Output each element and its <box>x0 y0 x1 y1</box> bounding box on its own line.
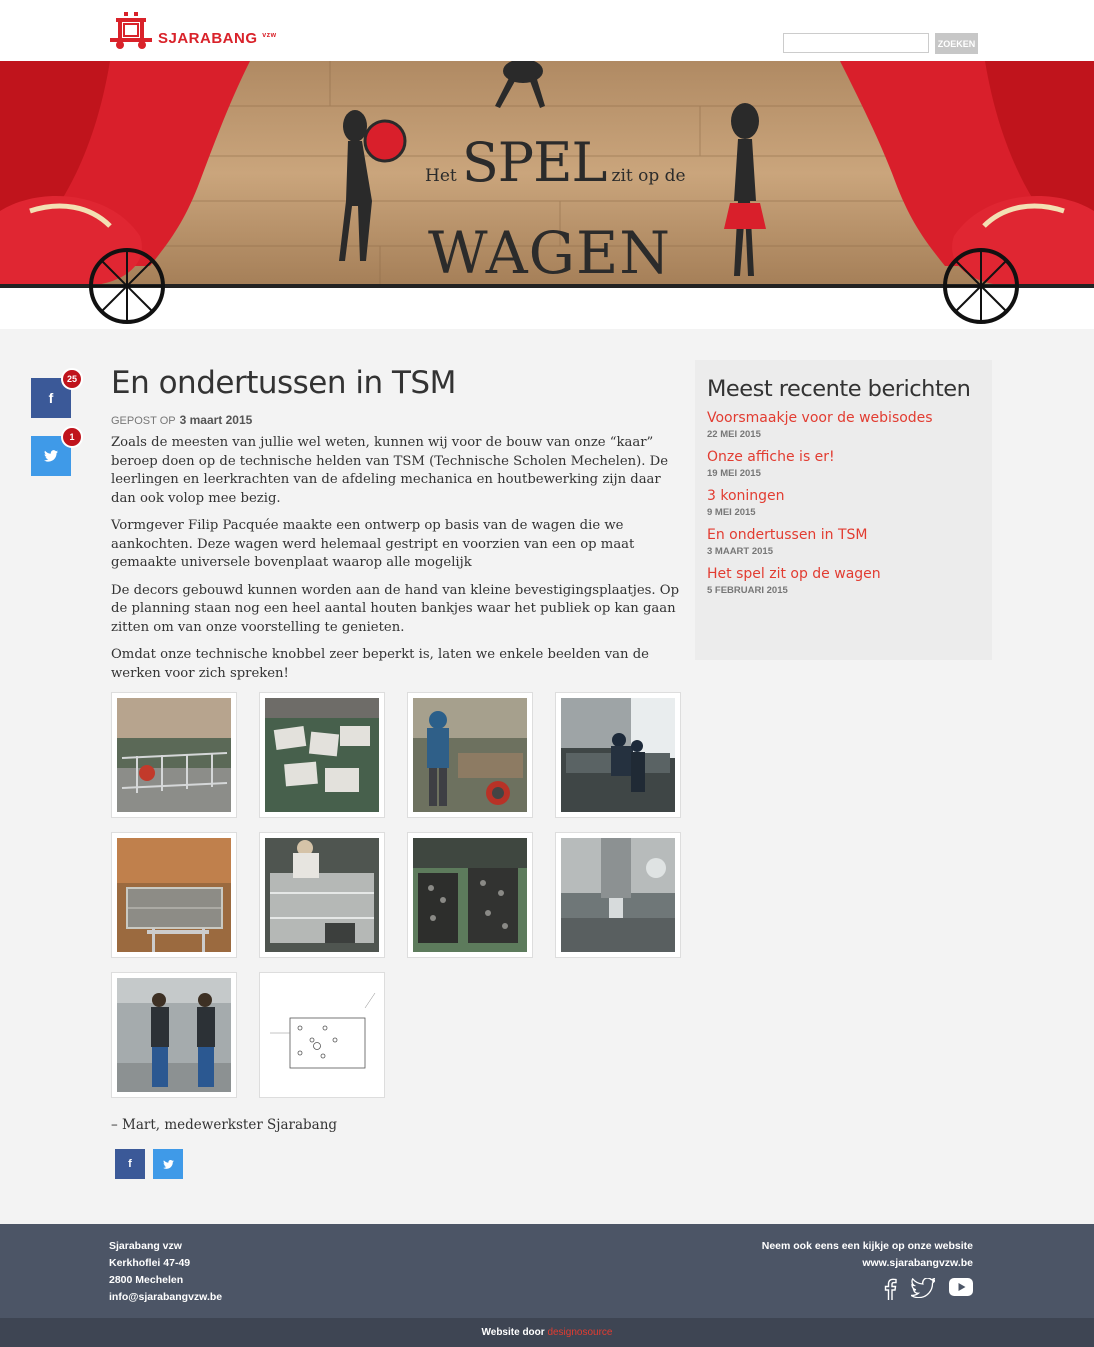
facebook-icon[interactable] <box>883 1278 897 1300</box>
share-count: 1 <box>61 426 83 448</box>
footer-links: Neem ook eens een kijkje op onze website… <box>762 1238 973 1300</box>
hero-banner: Het SPEL zit op de WAGEN <box>0 61 1094 329</box>
gallery-thumbnail[interactable] <box>407 692 533 818</box>
wagon-logo-icon <box>110 12 152 49</box>
recent-post-item: 3 koningen 9 MEI 2015 <box>707 488 980 518</box>
footer-email[interactable]: info@sjarabangvzw.be <box>109 1289 222 1306</box>
bottom-share-bar: f <box>115 1149 681 1179</box>
gallery-thumbnail[interactable] <box>111 972 237 1098</box>
photo-image <box>117 698 231 812</box>
gallery-thumbnail[interactable] <box>555 832 681 958</box>
gallery-thumbnail[interactable] <box>259 972 385 1098</box>
photo-image <box>117 838 231 952</box>
recent-post-date: 22 MEI 2015 <box>707 429 761 440</box>
paragraph: De decors gebouwd kunnen worden aan de h… <box>111 582 680 635</box>
recent-post-link[interactable]: 3 koningen <box>707 488 980 504</box>
footer-address: Sjarabang vzw Kerkhoflei 47-49 2800 Mech… <box>109 1238 222 1306</box>
search-button[interactable]: ZOEKEN <box>935 33 978 54</box>
article-date: 3 maart 2015 <box>179 413 253 427</box>
top-header: SJARABANG vzw ZOEKEN <box>0 0 1094 61</box>
gallery-thumbnail[interactable] <box>555 692 681 818</box>
twitter-share-button[interactable]: 1 <box>31 426 83 476</box>
site-logo[interactable]: SJARABANG vzw <box>110 12 277 50</box>
paragraph: Omdat onze technische knobbel zeer beper… <box>111 647 649 681</box>
twitter-icon <box>44 450 58 462</box>
photo-image <box>117 978 231 1092</box>
share-count: 25 <box>61 368 83 390</box>
recent-post-link[interactable]: En ondertussen in TSM <box>707 527 980 543</box>
social-icons <box>762 1278 973 1300</box>
recent-post-item: Het spel zit op de wagen 5 FEBRUARI 2015 <box>707 566 980 596</box>
footer-cta: Neem ook eens een kijkje op onze website <box>761 1240 973 1252</box>
facebook-share-button[interactable]: f 25 <box>31 368 83 418</box>
widget-title: Meest recente berichten <box>707 376 971 402</box>
banner-subtitle: WAGEN <box>428 219 672 287</box>
footer-website-link[interactable]: www.sjarabangvzw.be <box>762 1255 973 1272</box>
logo-text: SJARABANG vzw <box>158 29 277 47</box>
recent-post-link[interactable]: Onze affiche is er! <box>707 449 980 465</box>
credit-bar: Website door designosource <box>0 1318 1094 1347</box>
photo-image <box>413 698 527 812</box>
recent-posts-widget: Meest recente berichten Voorsmaakje voor… <box>695 360 992 660</box>
banner-title: Het SPEL zit op de <box>425 131 686 194</box>
recent-post-date: 5 FEBRUARI 2015 <box>707 585 788 596</box>
recent-post-item: Onze affiche is er! 19 MEI 2015 <box>707 449 980 479</box>
recent-post-item: En ondertussen in TSM 3 MAART 2015 <box>707 527 980 557</box>
facebook-share-button[interactable]: f <box>115 1149 145 1179</box>
recent-post-item: Voorsmaakje voor de webisodes 22 MEI 2015 <box>707 410 980 440</box>
site-footer: Sjarabang vzw Kerkhoflei 47-49 2800 Mech… <box>0 1224 1094 1318</box>
article-signature: – Mart, medewerkster Sjarabang <box>111 1117 338 1133</box>
side-share-bar: f 25 1 <box>31 368 83 476</box>
credit-text: Website door <box>481 1327 545 1338</box>
gallery-thumbnail[interactable] <box>111 832 237 958</box>
footer-city: 2800 Mechelen <box>109 1274 184 1286</box>
youtube-icon[interactable] <box>949 1278 973 1296</box>
recent-post-date: 19 MEI 2015 <box>707 468 761 479</box>
drawing-image <box>265 978 379 1092</box>
twitter-icon <box>162 1159 174 1169</box>
twitter-icon[interactable] <box>911 1278 935 1298</box>
paragraph: Zoals de meesten van jullie wel weten, k… <box>111 435 669 506</box>
article-body: Zoals de meesten van jullie wel weten, k… <box>111 434 681 683</box>
recent-post-link[interactable]: Het spel zit op de wagen <box>707 566 980 582</box>
recent-post-date: 9 MEI 2015 <box>707 507 756 518</box>
posted-on-label: GEPOST OP <box>111 415 176 427</box>
gallery-thumbnail[interactable] <box>407 832 533 958</box>
article-meta: GEPOST OP 3 maart 2015 <box>111 413 681 427</box>
photo-gallery <box>111 692 681 1098</box>
facebook-icon: f <box>128 1158 132 1170</box>
photo-image <box>265 838 379 952</box>
photo-image <box>413 838 527 952</box>
facebook-icon: f <box>48 390 54 406</box>
footer-org: Sjarabang vzw <box>109 1240 182 1252</box>
gallery-thumbnail[interactable] <box>111 692 237 818</box>
twitter-share-button[interactable] <box>153 1149 183 1179</box>
article: En ondertussen in TSM GEPOST OP 3 maart 2… <box>111 365 681 1179</box>
photo-image <box>561 698 675 812</box>
photo-image <box>561 838 675 952</box>
paragraph: Vormgever Filip Pacquée maakte een ontwe… <box>111 518 635 570</box>
search-form: ZOEKEN <box>783 33 978 54</box>
article-title: En ondertussen in TSM <box>111 365 456 401</box>
stage-wagon-illustration <box>0 61 1094 324</box>
recent-post-link[interactable]: Voorsmaakje voor de webisodes <box>707 410 980 426</box>
gallery-thumbnail[interactable] <box>259 692 385 818</box>
credit-link[interactable]: designosource <box>547 1327 612 1338</box>
recent-post-date: 3 MAART 2015 <box>707 546 773 557</box>
photo-image <box>265 698 379 812</box>
gallery-thumbnail[interactable] <box>259 832 385 958</box>
search-input[interactable] <box>783 33 929 53</box>
footer-street: Kerkhoflei 47-49 <box>109 1257 191 1269</box>
